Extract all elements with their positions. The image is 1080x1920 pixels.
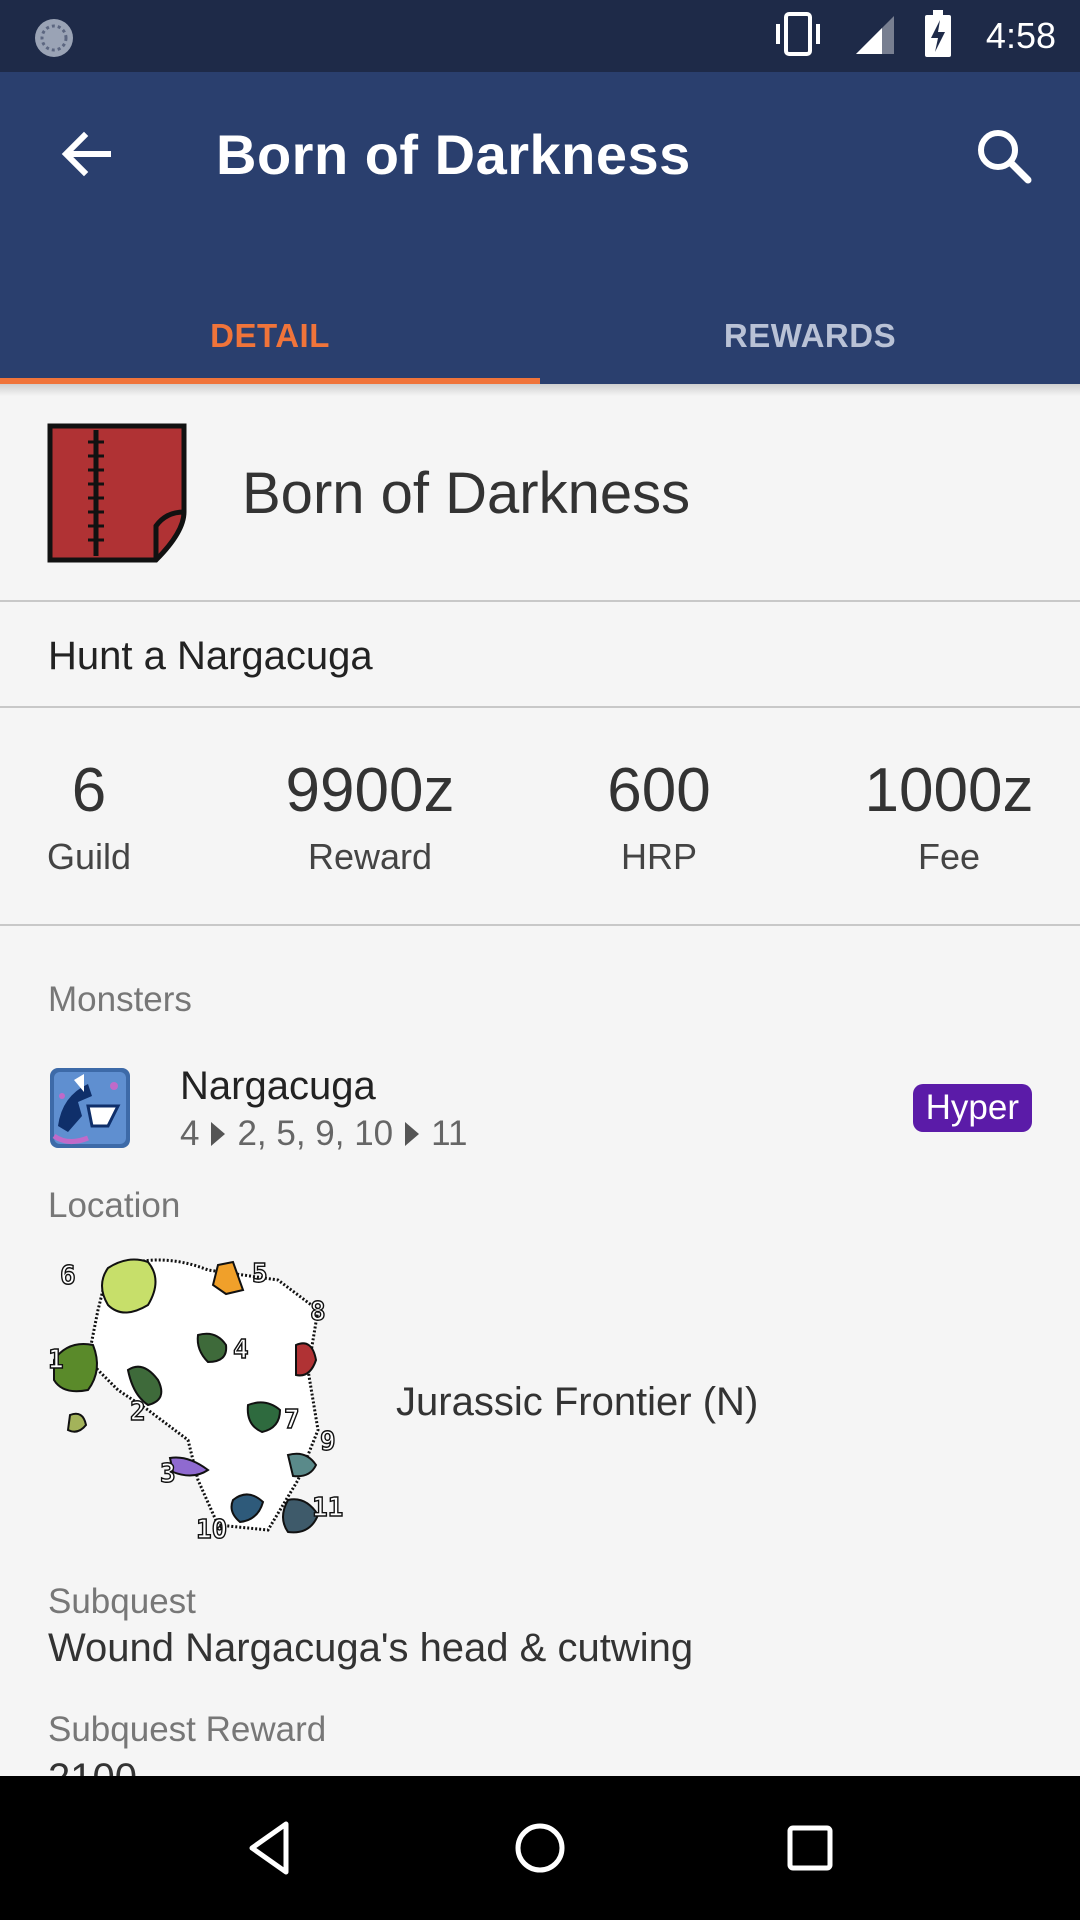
stat-label: HRP bbox=[620, 836, 698, 877]
map-area-label: 6 bbox=[60, 1261, 76, 1291]
map-area-label: 8 bbox=[310, 1297, 326, 1327]
stat-reward: 9900z Reward bbox=[286, 760, 455, 878]
location-name[interactable]: Jurassic Frontier (N) bbox=[396, 1380, 758, 1425]
map-area-label: 10 bbox=[196, 1515, 227, 1545]
stat-fee: 1000z Fee bbox=[865, 760, 1034, 878]
quest-header: Born of Darkness bbox=[0, 396, 1080, 600]
stat-value: 9900z bbox=[285, 756, 455, 825]
stat-value: 600 bbox=[607, 756, 711, 825]
map-area-label: 3 bbox=[160, 1459, 176, 1489]
nav-recents-button[interactable] bbox=[778, 1816, 842, 1880]
stat-label: Guild bbox=[46, 836, 132, 877]
subquest-section-label: Subquest bbox=[48, 1582, 196, 1621]
back-button[interactable] bbox=[56, 124, 116, 184]
nargacuga-icon bbox=[48, 1066, 132, 1150]
monster-rest-area: 11 bbox=[431, 1114, 468, 1153]
stat-hrp: 600 HRP bbox=[607, 760, 710, 878]
sync-icon bbox=[32, 16, 76, 65]
arrow-back-icon bbox=[61, 131, 111, 177]
arrow-right-icon bbox=[405, 1122, 420, 1146]
nav-back-button[interactable] bbox=[238, 1816, 302, 1880]
monsters-section-label: Monsters bbox=[48, 980, 192, 1019]
monster-move-areas: 2, 5, 9, 10 bbox=[237, 1114, 394, 1153]
signal-icon bbox=[852, 12, 896, 61]
map-area-label: 7 bbox=[284, 1405, 300, 1435]
status-bar: 4:58 bbox=[0, 0, 1080, 72]
map-area-label: 9 bbox=[320, 1427, 336, 1457]
hyper-badge: Hyper bbox=[912, 1084, 1032, 1132]
quest-book-icon bbox=[46, 422, 188, 564]
status-time: 4:58 bbox=[985, 15, 1056, 56]
map-area-label: 1 bbox=[48, 1345, 64, 1375]
monster-areas: 4 2, 5, 9, 10 11 bbox=[180, 1114, 467, 1154]
nav-home-button[interactable] bbox=[508, 1816, 572, 1880]
nav-recents-icon bbox=[787, 1825, 833, 1871]
map-area-label: 5 bbox=[252, 1259, 268, 1289]
tab-detail[interactable]: DETAIL bbox=[0, 288, 540, 384]
stat-guild: 6 Guild bbox=[47, 760, 131, 878]
divider bbox=[0, 924, 1080, 926]
map-area-label: 11 bbox=[312, 1493, 343, 1523]
tab-rewards[interactable]: REWARDS bbox=[540, 288, 1080, 384]
app-bar: Born of Darkness DETAIL REWARDS bbox=[0, 72, 1080, 384]
subquest-text: Wound Nargacuga's head & cutwing bbox=[48, 1626, 694, 1670]
map-area-label: 2 bbox=[130, 1397, 146, 1427]
location-section-label: Location bbox=[48, 1186, 181, 1225]
map-area-label: 4 bbox=[233, 1335, 249, 1365]
stat-value: 1000z bbox=[864, 756, 1034, 825]
divider bbox=[0, 600, 1080, 602]
stat-label: Fee bbox=[917, 836, 981, 877]
location-map-image[interactable]: 1 2 3 4 5 6 7 8 9 10 11 bbox=[47, 1250, 348, 1550]
battery-charging-icon bbox=[924, 9, 952, 63]
tab-bar: DETAIL REWARDS bbox=[0, 288, 1080, 384]
vibrate-icon bbox=[772, 11, 824, 61]
quest-objective: Hunt a Nargacuga bbox=[48, 634, 373, 678]
search-icon bbox=[978, 130, 1032, 184]
stat-label: Reward bbox=[307, 836, 433, 877]
app-bar-shadow bbox=[0, 384, 1080, 396]
quest-stats: 6 Guild 9900z Reward 600 HRP 1000z Fee bbox=[0, 740, 1080, 900]
nav-home-icon bbox=[515, 1823, 565, 1873]
stat-value: 6 bbox=[71, 756, 107, 825]
monster-name: Nargacuga bbox=[180, 1064, 376, 1108]
monster-list-item[interactable]: Nargacuga 4 2, 5, 9, 10 11 Hyper bbox=[0, 1056, 1080, 1166]
system-nav-bar bbox=[0, 1776, 1080, 1920]
app-bar-title: Born of Darkness bbox=[216, 123, 691, 186]
nav-back-icon bbox=[249, 1821, 289, 1875]
arrow-right-icon bbox=[211, 1122, 226, 1146]
quest-name: Born of Darkness bbox=[242, 461, 691, 526]
subquest-reward-label: Subquest Reward bbox=[48, 1710, 327, 1749]
search-button[interactable] bbox=[972, 124, 1036, 188]
divider bbox=[0, 706, 1080, 708]
monster-start-area: 4 bbox=[180, 1114, 200, 1153]
